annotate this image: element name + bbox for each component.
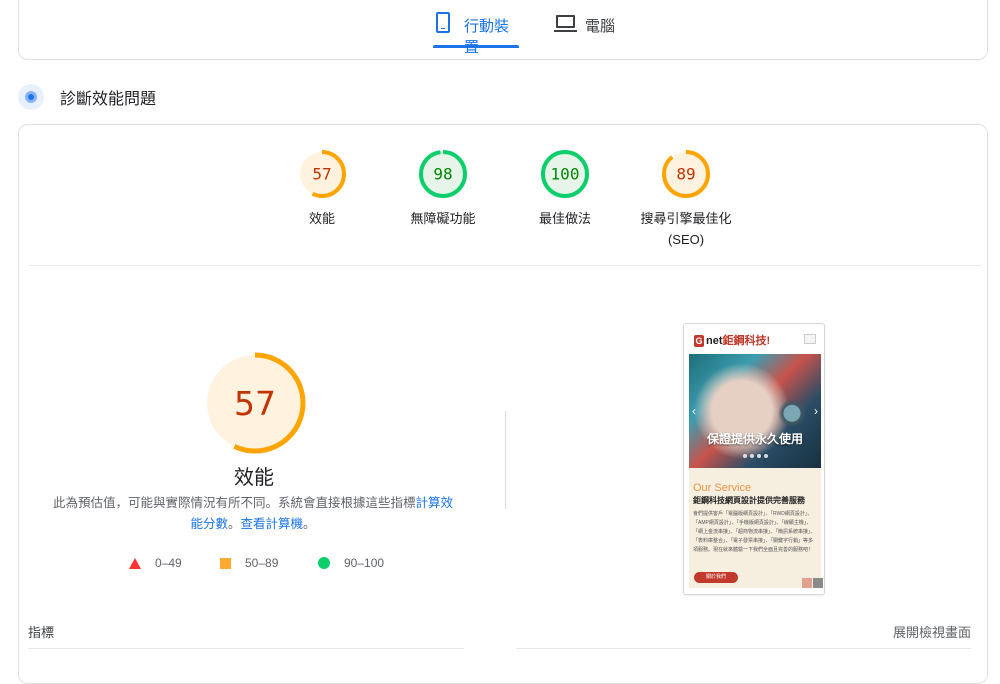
service-section: Our Service 鉅鋼科技網頁設計提供完善服務 會們提供客戶「電腦版網頁設… <box>689 468 823 588</box>
gauge-value: 57 <box>234 384 276 423</box>
legend-range: 0–49 <box>155 556 182 570</box>
about-button: 關於我們 <box>694 572 738 583</box>
gauge-value: 100 <box>551 165 580 184</box>
divider <box>505 411 506 509</box>
legend-range: 90–100 <box>344 556 385 570</box>
gauge-value: 89 <box>676 165 695 184</box>
diagnose-section-header: 診斷效能問題 <box>18 84 156 110</box>
chevron-right-icon: › <box>814 404 818 418</box>
note-separator: 。 <box>227 517 241 531</box>
score-gauges: 57 效能 98 無障礙功能 100 最佳做法 89 搜尋引擎最佳化 (SEO) <box>19 125 989 265</box>
hero-image: ‹ › 保證提供永久使用 <box>689 354 821 468</box>
gauge-value: 98 <box>433 165 452 184</box>
gauge-ring: 89 <box>662 150 710 198</box>
device-tab-bar: 行動裝置 電腦 <box>18 0 988 60</box>
note-text: 此為預估值，可能與實際情況有所不同。系統會直接根據這些指標 <box>52 496 416 510</box>
service-body: 會們提供客戶「電腦版網頁設計」、「RWD網頁設計」、「AMP網頁設計」、「手機版… <box>693 511 816 553</box>
laptop-icon <box>554 15 577 32</box>
gauge-accessibility[interactable]: 98 無障礙功能 <box>378 149 508 229</box>
gauge-ring: 57 <box>298 150 346 198</box>
gauge-label-text: 搜尋引擎最佳化 <box>640 211 732 226</box>
site-header: Gnet鉅鋼科技! <box>684 324 824 354</box>
performance-title: 效能 <box>234 467 274 489</box>
logo-text: net <box>706 335 723 347</box>
gauge-label: 無障礙功能 <box>410 211 476 226</box>
divider <box>516 648 971 649</box>
gauge-label: 最佳做法 <box>538 211 591 226</box>
divider <box>28 648 464 649</box>
tab-desktop-label: 電腦 <box>585 18 616 35</box>
expand-view-button[interactable]: 展開檢視畫面 <box>893 622 971 641</box>
tab-mobile-label: 行動裝置 <box>464 18 510 56</box>
estimate-note: 此為預估值，可能與實際情況有所不同。系統會直接根據這些指標計算效能分數。查看計算… <box>47 493 459 535</box>
triangle-icon <box>129 557 141 569</box>
scroll-top-icon <box>813 578 823 588</box>
hamburger-menu-icon <box>804 334 816 344</box>
circle-icon <box>318 557 330 569</box>
service-title: Our Service <box>693 482 752 494</box>
hero-caption: 保證提供永久使用 <box>706 432 803 446</box>
gauge-performance[interactable]: 57 效能 <box>257 149 387 229</box>
chevron-left-icon: ‹ <box>692 404 696 418</box>
divider <box>29 265 981 266</box>
gauge-ring: 98 <box>419 150 467 198</box>
gauge-best-practices[interactable]: 100 最佳做法 <box>500 149 630 229</box>
service-subtitle: 鉅鋼科技網頁設計提供完善服務 <box>693 496 805 505</box>
active-tab-indicator <box>433 45 519 48</box>
gauge-label: 搜尋引擎最佳化 (SEO) <box>621 208 751 250</box>
legend-fail: 0–49 <box>129 553 182 573</box>
gauge-ring: 57 <box>204 352 306 454</box>
gauge-value: 57 <box>312 165 331 184</box>
phone-call-icon <box>802 578 812 588</box>
gauge-ring: 100 <box>541 150 589 198</box>
legend-range: 50–89 <box>245 556 279 570</box>
phone-icon <box>436 12 450 33</box>
metrics-heading: 指標 <box>28 625 55 640</box>
carousel-dots <box>743 454 768 458</box>
note-end: 。 <box>303 517 316 531</box>
lighthouse-icon <box>18 84 44 110</box>
section-title: 診斷效能問題 <box>60 91 157 108</box>
site-logo: Gnet鉅鋼科技! <box>694 332 770 348</box>
square-icon <box>220 557 231 569</box>
report-card: 57 效能 98 無障礙功能 100 最佳做法 89 搜尋引擎最佳化 (SEO) … <box>18 124 988 684</box>
tab-mobile[interactable]: 行動裝置 <box>433 10 519 56</box>
calculator-link[interactable]: 查看計算機 <box>241 517 304 531</box>
gauge-label: 效能 <box>308 211 335 226</box>
legend-average: 50–89 <box>220 553 278 573</box>
tab-desktop[interactable]: 電腦 <box>554 10 624 48</box>
gauge-sublabel: (SEO) <box>667 232 705 247</box>
logo-badge: G <box>694 335 704 347</box>
gauge-seo[interactable]: 89 搜尋引擎最佳化 (SEO) <box>621 149 751 250</box>
legend-pass: 90–100 <box>318 553 384 573</box>
logo-brand: 鉅鋼科技! <box>722 335 771 347</box>
final-screenshot[interactable]: Gnet鉅鋼科技! ‹ › 保證提供永久使用 Our Service 鉅鋼科技網… <box>683 323 825 595</box>
performance-gauge-large: 57 <box>199 347 311 464</box>
